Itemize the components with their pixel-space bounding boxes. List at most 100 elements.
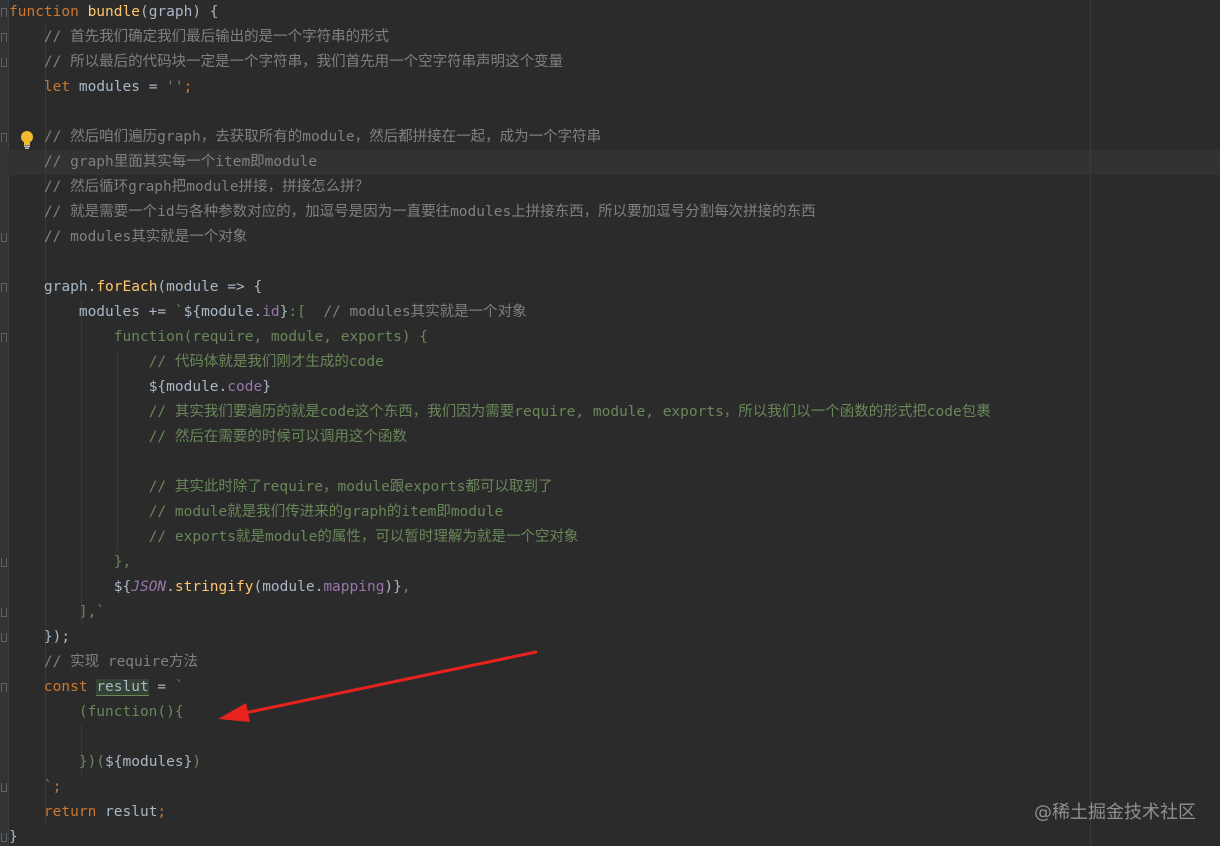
template-expr: ${ [113,579,132,595]
keyword: const [43,679,88,695]
string: , [401,579,411,595]
string: })( [78,754,106,770]
code-line-4[interactable]: let modules = ''; [9,75,192,100]
comment: // modules其实就是一个对象 [43,229,248,245]
fold-marker-icon[interactable] [1,783,7,792]
global-object: JSON [131,579,167,595]
code-text: = [148,679,175,695]
code-line-3[interactable]: // 所以最后的代码块一定是一个字符串，我们首先用一个空字符串声明这个变量 [9,50,563,75]
fold-marker-icon[interactable] [1,233,7,242]
string: ` [174,304,184,320]
semicolon: ; [157,804,167,820]
code-line-6[interactable]: // 然后咱们遍历graph，去获取所有的module，然后都拼接在一起，成为一… [9,125,601,150]
code-line-32[interactable]: `; [9,775,61,800]
string: ) [192,754,202,770]
code-line-34[interactable]: } [9,825,18,846]
fold-marker-icon[interactable] [1,558,7,567]
fold-marker-icon[interactable] [1,283,7,292]
string: function(require, module, exports) { [113,329,429,345]
watermark: @稀土掘金技术社区 [1034,802,1196,823]
code-text: } [9,829,18,845]
string: }, [113,554,132,570]
comment: // 然后循环graph把module拼接，拼接怎么拼？ [43,179,370,195]
string: (function(){ [78,704,184,720]
fold-marker-icon[interactable] [1,683,7,692]
fold-marker-icon[interactable] [1,333,7,342]
property: mapping [323,579,385,595]
code-line-22[interactable]: // exports就是module的属性，可以暂时理解为就是一个空对象 [9,525,579,550]
template-expr: } [262,379,271,395]
code-line-1[interactable]: function bundle(graph) { [9,0,219,25]
code-line-27[interactable]: // 实现 require方法 [9,650,198,675]
string: // exports就是module的属性，可以暂时理解为就是一个空对象 [148,529,579,545]
code-line-9[interactable]: // 就是需要一个id与各种参数对应的，加逗号是因为一直要往modules上拼接… [9,200,816,225]
keyword: return [43,804,97,820]
template-expr: ${module. [183,304,263,320]
code-line-31[interactable]: })(${modules}) [9,750,201,775]
code-line-12[interactable]: graph.forEach(module => { [9,275,262,300]
code-text: modules = [70,79,167,95]
method-name: forEach [96,279,158,295]
template-expr: ${modules} [105,754,193,770]
code-editor[interactable]: function bundle(graph) { // 首先我们确定我们最后输出… [0,0,1220,846]
comment: // 首先我们确定我们最后输出的是一个字符串的形式 [43,29,390,45]
code-line-20[interactable]: // 其实此时除了require，module跟exports都可以取到了 [9,475,553,500]
right-margin-guide [1090,0,1091,846]
code-line-15[interactable]: // 代码体就是我们刚才生成的code [9,350,384,375]
code-line-16[interactable]: ${module.code} [9,375,271,400]
code-line-21[interactable]: // module就是我们传进来的graph的item即module [9,500,504,525]
function-name: bundle [87,4,140,20]
template-expr: ${module. [148,379,228,395]
fold-marker-icon[interactable] [1,33,7,42]
string: // 然后在需要的时候可以调用这个函数 [148,429,407,445]
fold-marker-icon[interactable] [1,58,7,67]
code-line-13[interactable]: modules += `${module.id}:[ // modules其实就… [9,300,527,325]
code-line-26[interactable]: }); [9,625,70,650]
code-line-10[interactable]: // modules其实就是一个对象 [9,225,247,250]
semicolon: ; [52,779,62,795]
semicolon: ; [183,79,193,95]
code-text: }); [43,629,71,645]
code-line-2[interactable]: // 首先我们确定我们最后输出的是一个字符串的形式 [9,25,389,50]
string: ` [174,679,184,695]
property: id [262,304,280,320]
string: ` [43,779,53,795]
string: // 其实我们要遍历的就是code这个东西，我们因为需要require, mod… [148,404,991,420]
keyword: function [9,4,79,20]
property: code [227,379,263,395]
code-line-7[interactable]: // graph里面其实每一个item即module [9,150,317,175]
code-text: (graph) { [139,4,219,20]
comment: // 就是需要一个id与各种参数对应的，加逗号是因为一直要往modules上拼接… [43,204,816,220]
template-expr: )} [384,579,402,595]
method-name: stringify [174,579,254,595]
code-line-18[interactable]: // 然后在需要的时候可以调用这个函数 [9,425,407,450]
code-line-28[interactable]: const reslut = ` [9,675,184,700]
comment: // 所以最后的代码块一定是一个字符串，我们首先用一个空字符串声明这个变量 [43,54,564,70]
fold-marker-icon[interactable] [1,133,7,142]
string: :[ [288,304,324,320]
code-line-24[interactable]: ${JSON.stringify(module.mapping)}, [9,575,411,600]
code-text: reslut [96,804,158,820]
fold-marker-icon[interactable] [1,833,7,842]
code-line-33[interactable]: return reslut; [9,800,166,825]
code-text: (module => { [157,279,263,295]
code-line-25[interactable]: ],` [9,600,105,625]
fold-marker-icon[interactable] [1,8,7,17]
gutter[interactable] [0,0,9,846]
code-line-8[interactable]: // 然后循环graph把module拼接，拼接怎么拼？ [9,175,369,200]
comment: // graph里面其实每一个item即module [43,154,318,170]
comment: // modules其实就是一个对象 [323,304,527,320]
string: ],` [78,604,106,620]
code-line-17[interactable]: // 其实我们要遍历的就是code这个东西，我们因为需要require, mod… [9,400,991,425]
code-text: . [166,579,175,595]
code-text: (module. [253,579,324,595]
code-line-14[interactable]: function(require, module, exports) { [9,325,428,350]
keyword: let [43,79,71,95]
code-text: modules += [78,304,175,320]
fold-marker-icon[interactable] [1,633,7,642]
code-line-23[interactable]: }, [9,550,131,575]
string: // 其实此时除了require，module跟exports都可以取到了 [148,479,553,495]
fold-marker-icon[interactable] [1,608,7,617]
code-line-29[interactable]: (function(){ [9,700,184,725]
code-text: graph. [43,279,97,295]
